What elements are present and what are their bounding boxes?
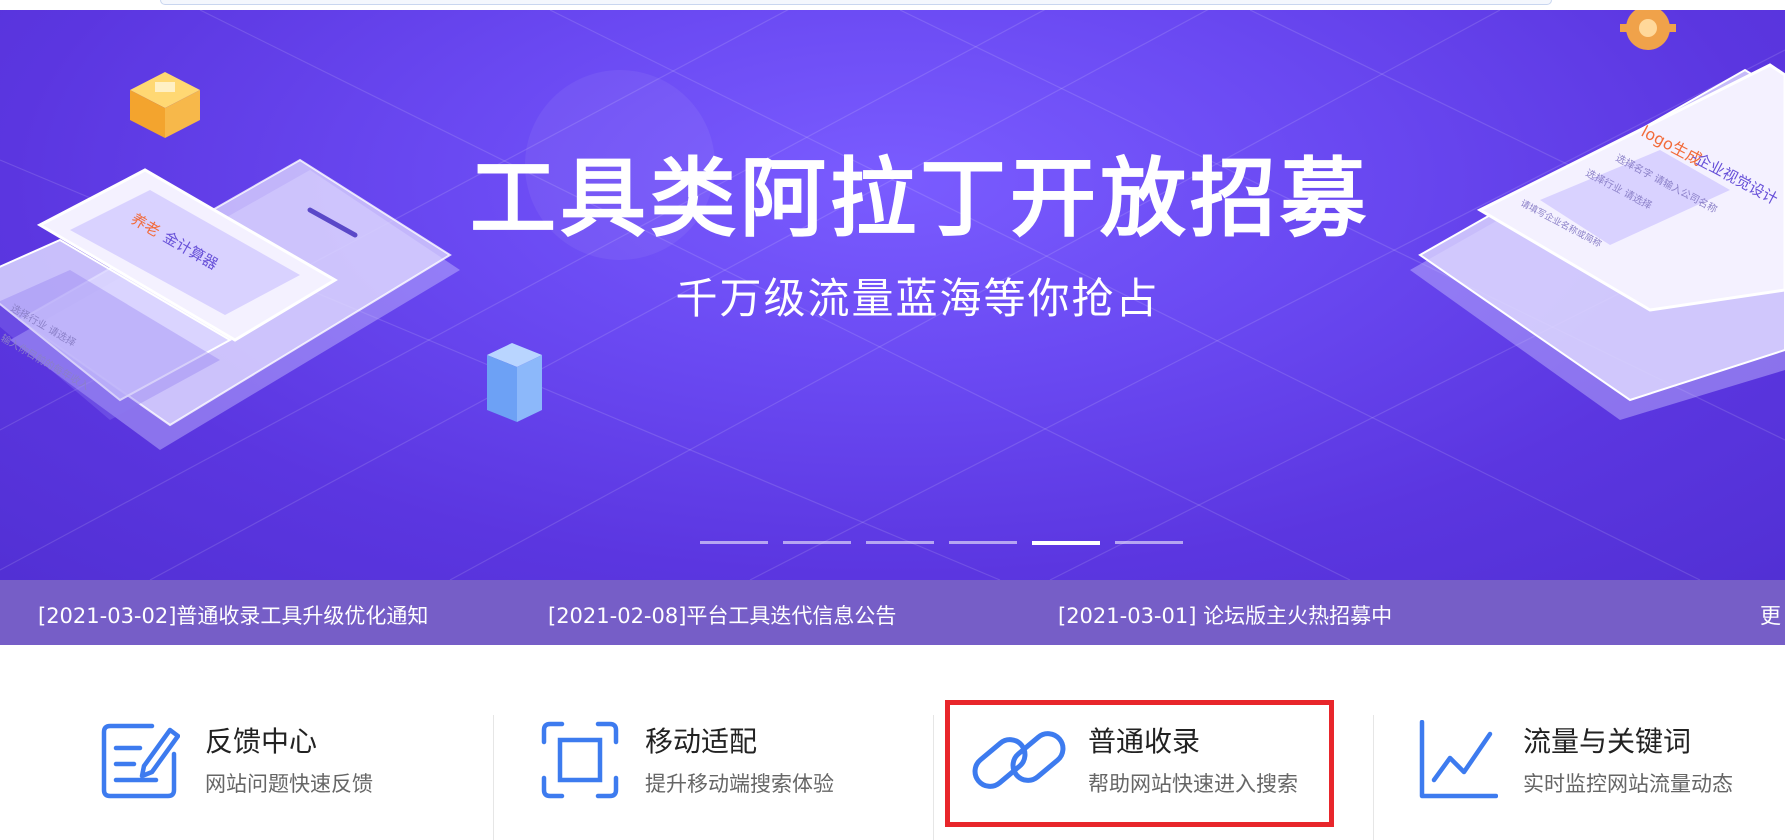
banner-headline-wrap: 工具类阿拉丁开放招募	[0, 128, 1785, 253]
divider	[1373, 715, 1374, 840]
feedback-edit-icon	[101, 723, 180, 799]
search-input-edge[interactable]	[160, 0, 1552, 5]
banner-subline: 千万级流量蓝海等你抢占	[675, 274, 1160, 323]
carousel-dot[interactable]	[700, 541, 768, 544]
carousel-indicators	[700, 541, 1183, 545]
feature-title: 反馈中心	[205, 725, 318, 758]
carousel-dot[interactable]	[949, 541, 1017, 544]
divider	[933, 715, 934, 840]
divider	[493, 715, 494, 840]
carousel-dot[interactable]	[783, 541, 851, 544]
announcement-link[interactable]: [2021-03-01] 论坛版主火热招募中	[1058, 600, 1392, 630]
carousel-dot[interactable]	[1115, 541, 1183, 544]
hero-banner[interactable]: 养老 金计算器 选择行业 请选择 输入你目前的每年收入 logo生成 -企业视觉…	[0, 10, 1785, 580]
more-link[interactable]: 更	[1760, 600, 1781, 630]
carousel-dot-active[interactable]	[1032, 541, 1100, 545]
announcement-link[interactable]: [2021-02-08]平台工具迭代信息公告	[548, 600, 896, 630]
feature-desc: 网站问题快速反馈	[205, 772, 373, 796]
feature-desc: 提升移动端搜索体验	[645, 772, 834, 796]
traffic-chart-icon	[1419, 720, 1498, 799]
feature-title: 移动适配	[645, 725, 758, 758]
feature-desc: 实时监控网站流量动态	[1523, 772, 1733, 796]
carousel-dot[interactable]	[866, 541, 934, 544]
top-search-bar-edge	[0, 0, 1785, 10]
feature-tools: 反馈中心 网站问题快速反馈 移动适配 提升移动端搜索体验 普通收录 帮助网站快速…	[0, 645, 1785, 840]
announcement-bar: [2021-03-02]普通收录工具升级优化通知 [2021-02-08]平台工…	[0, 580, 1785, 645]
feature-title: 流量与关键词	[1523, 725, 1692, 758]
highlight-box	[945, 700, 1334, 827]
mobile-adapt-icon	[541, 721, 619, 799]
banner-headline: 工具类阿拉丁开放招募	[470, 149, 1370, 249]
announcement-link[interactable]: [2021-03-02]普通收录工具升级优化通知	[38, 600, 428, 630]
banner-subline-wrap: 千万级流量蓝海等你抢占	[0, 265, 1785, 326]
